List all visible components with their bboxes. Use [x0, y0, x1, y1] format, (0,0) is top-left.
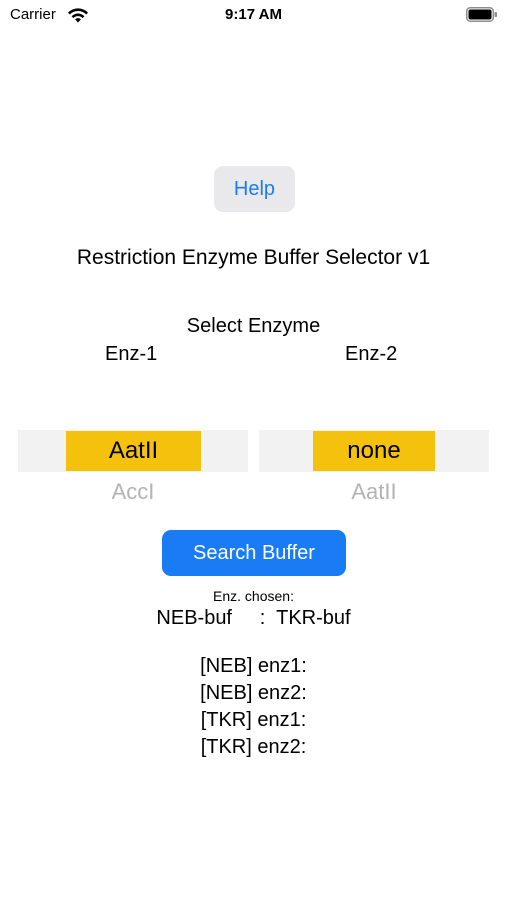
status-bar: Carrier 9:17 AM — [0, 0, 507, 30]
result-tkr-enz2: [TKR] enz2: — [200, 736, 307, 758]
enz2-picker[interactable]: none AatII — [259, 430, 489, 514]
battery-icon — [466, 7, 497, 22]
enz2-label: Enz-2 — [345, 343, 398, 365]
result-neb-enz1: [NEB] enz1: — [200, 655, 307, 677]
enz-chosen-label: Enz. chosen: — [213, 588, 294, 604]
enz2-picker-selected[interactable]: none — [313, 431, 435, 471]
search-buffer-button[interactable]: Search Buffer — [162, 530, 346, 576]
neb-buffer-label: NEB-buf — [156, 607, 232, 629]
tkr-buffer-label: TKR-buf — [276, 607, 351, 629]
app-screen: Carrier 9:17 AM Help Restriction Enzyme … — [0, 0, 507, 900]
enz1-label: Enz-1 — [105, 343, 158, 365]
enz1-picker-next-option[interactable]: AccI — [18, 478, 248, 506]
select-enzyme-label: Select Enzyme — [186, 315, 321, 337]
help-button[interactable]: Help — [214, 166, 295, 212]
status-time: 9:17 AM — [225, 6, 282, 23]
app-title: Restriction Enzyme Buffer Selector v1 — [76, 246, 431, 269]
buffer-separator: : — [259, 607, 266, 629]
enz2-picker-next-option[interactable]: AatII — [259, 478, 489, 506]
result-neb-enz2: [NEB] enz2: — [200, 682, 307, 704]
enz1-picker-selected[interactable]: AatII — [66, 431, 201, 471]
results-list: [NEB] enz1: [NEB] enz2: [TKR] enz1: [TKR… — [0, 653, 507, 761]
result-tkr-enz1: [TKR] enz1: — [200, 709, 307, 731]
buffer-row: NEB-buf : TKR-buf — [0, 605, 507, 631]
enz1-picker[interactable]: AatII AccI — [18, 430, 248, 514]
